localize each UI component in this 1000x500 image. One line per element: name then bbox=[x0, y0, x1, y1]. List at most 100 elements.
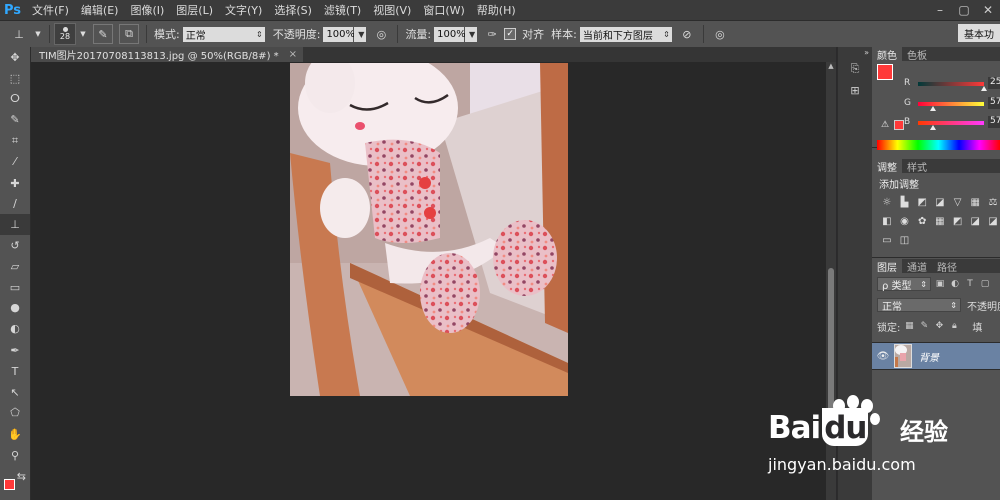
type-tool-icon[interactable]: T bbox=[0, 361, 30, 382]
airbrush-icon[interactable]: ✑ bbox=[483, 25, 501, 43]
menu-help[interactable]: 帮助(H) bbox=[471, 2, 522, 18]
lock-position-icon[interactable]: ✥ bbox=[933, 320, 945, 332]
gradient-map-icon[interactable]: ▭ bbox=[878, 231, 896, 250]
filter-pixel-icon[interactable]: ▣ bbox=[934, 278, 946, 290]
document-tab[interactable]: TIM图片20170708113813.jpg @ 50%(RGB/8#) * … bbox=[31, 47, 304, 62]
green-slider[interactable]: G 57 bbox=[904, 97, 1000, 112]
tab-paths[interactable]: 路径 bbox=[932, 259, 962, 274]
tab-adjustments[interactable]: 调整 bbox=[872, 159, 902, 174]
close-window-icon[interactable]: ✕ bbox=[976, 0, 1000, 20]
color-spectrum-bar[interactable] bbox=[877, 140, 1000, 150]
color-balance-icon[interactable]: ⚖ bbox=[984, 193, 1000, 212]
menu-type[interactable]: 文字(Y) bbox=[219, 2, 268, 18]
quick-selection-tool-icon[interactable]: ✎ bbox=[0, 109, 30, 130]
menu-filter[interactable]: 滤镜(T) bbox=[318, 2, 367, 18]
out-of-gamut-warning-icon[interactable]: ⚠ bbox=[881, 120, 889, 130]
tab-channels[interactable]: 通道 bbox=[902, 259, 932, 274]
tab-color[interactable]: 颜色 bbox=[872, 47, 902, 62]
invert-icon[interactable]: ◩ bbox=[949, 212, 967, 231]
blue-value[interactable]: 57 bbox=[988, 116, 1000, 128]
opacity-dropdown[interactable]: ▼ bbox=[354, 26, 367, 42]
layer-name[interactable]: 背景 bbox=[919, 349, 939, 364]
close-tab-icon[interactable]: × bbox=[289, 49, 297, 60]
levels-icon[interactable]: ▙ bbox=[896, 193, 914, 212]
menu-image[interactable]: 图像(I) bbox=[124, 2, 170, 18]
minimize-icon[interactable]: – bbox=[928, 0, 952, 20]
gradient-tool-icon[interactable]: ▭ bbox=[0, 277, 30, 298]
menu-edit[interactable]: 编辑(E) bbox=[75, 2, 125, 18]
clone-stamp-tool-icon[interactable]: ⊥ bbox=[0, 214, 30, 236]
red-slider-knob[interactable] bbox=[981, 86, 987, 91]
hue-saturation-icon[interactable]: ▦ bbox=[966, 193, 984, 212]
menu-layer[interactable]: 图层(L) bbox=[170, 2, 219, 18]
opacity-input[interactable]: 100% bbox=[323, 26, 355, 42]
red-slider[interactable]: R 255 bbox=[904, 77, 1000, 92]
pressure-size-icon[interactable]: ◎ bbox=[711, 25, 729, 43]
brush-dropdown-icon[interactable]: ▼ bbox=[79, 25, 87, 43]
menu-file[interactable]: 文件(F) bbox=[26, 2, 75, 18]
move-tool-icon[interactable]: ✥ bbox=[0, 47, 30, 68]
healing-brush-tool-icon[interactable]: ✚ bbox=[0, 173, 30, 194]
brush-panel-toggle-icon[interactable]: ✎ bbox=[93, 24, 113, 44]
lock-all-icon[interactable]: 🔒︎ bbox=[948, 320, 960, 332]
tool-preset-dropdown-icon[interactable]: ▼ bbox=[34, 25, 42, 43]
foreground-color-swatch[interactable] bbox=[4, 479, 15, 490]
blue-slider-knob[interactable] bbox=[930, 125, 936, 130]
lock-image-icon[interactable]: ✎ bbox=[918, 320, 930, 332]
scroll-up-icon[interactable]: ▲ bbox=[826, 62, 836, 72]
eye-icon[interactable]: 👁︎ bbox=[872, 351, 894, 362]
mode-select[interactable]: 正常 ⇕ bbox=[182, 26, 265, 42]
brightness-icon[interactable]: ☼ bbox=[878, 193, 896, 212]
flow-input[interactable]: 100% bbox=[434, 26, 466, 42]
menu-view[interactable]: 视图(V) bbox=[367, 2, 417, 18]
filter-adjustment-icon[interactable]: ◐ bbox=[949, 278, 961, 290]
exposure-icon[interactable]: ◪ bbox=[931, 193, 949, 212]
green-value[interactable]: 57 bbox=[988, 97, 1000, 109]
pen-tool-icon[interactable]: ✒ bbox=[0, 340, 30, 361]
photo-filter-icon[interactable]: ◉ bbox=[896, 212, 914, 231]
lock-transparent-icon[interactable]: ▦ bbox=[903, 320, 915, 332]
layer-filter-select[interactable]: ρ 类型 ⇕ bbox=[877, 277, 931, 292]
vibrance-icon[interactable]: ▽ bbox=[949, 193, 967, 212]
clone-stamp-tool-icon[interactable]: ⊥ bbox=[10, 25, 28, 43]
brush-tool-icon[interactable]: ∕ bbox=[0, 194, 30, 215]
selective-color-icon[interactable]: ◫ bbox=[896, 231, 914, 250]
tab-swatches[interactable]: 色板 bbox=[902, 47, 932, 62]
workspace-switcher[interactable]: 基本功 bbox=[958, 24, 1000, 42]
zoom-tool-icon[interactable]: ⚲ bbox=[0, 445, 30, 466]
red-value[interactable]: 255 bbox=[988, 77, 1000, 89]
hand-tool-icon[interactable]: ✋ bbox=[0, 424, 30, 445]
maximize-icon[interactable]: ▢ bbox=[952, 0, 976, 20]
layer-row-background[interactable]: 👁︎ 背景 bbox=[872, 342, 1000, 370]
eraser-tool-icon[interactable]: ▱ bbox=[0, 256, 30, 277]
shape-tool-icon[interactable]: ⬠ bbox=[0, 403, 30, 424]
document-image[interactable] bbox=[290, 63, 568, 396]
menu-select[interactable]: 选择(S) bbox=[268, 2, 318, 18]
path-selection-tool-icon[interactable]: ↖ bbox=[0, 382, 30, 403]
ignore-adjustment-layers-icon[interactable]: ⊘ bbox=[678, 25, 696, 43]
green-slider-knob[interactable] bbox=[930, 106, 936, 111]
blue-slider[interactable]: B 57 bbox=[904, 116, 1000, 131]
color-lookup-icon[interactable]: ▦ bbox=[931, 212, 949, 231]
properties-panel-icon[interactable]: ⊞ bbox=[841, 81, 869, 99]
black-white-icon[interactable]: ◧ bbox=[878, 212, 896, 231]
brush-preset-picker[interactable]: 28 bbox=[54, 23, 76, 45]
blur-tool-icon[interactable]: ● bbox=[0, 298, 30, 319]
channel-mixer-icon[interactable]: ✿ bbox=[913, 212, 931, 231]
history-brush-tool-icon[interactable]: ↺ bbox=[0, 235, 30, 256]
tab-layers[interactable]: 图层 bbox=[872, 259, 902, 274]
dodge-tool-icon[interactable]: ◐ bbox=[0, 318, 30, 339]
filter-type-icon[interactable]: T bbox=[964, 278, 976, 290]
clone-source-panel-icon[interactable]: ⧉ bbox=[119, 24, 139, 44]
gamut-color-swatch[interactable] bbox=[894, 120, 904, 130]
lasso-tool-icon[interactable]: ⵔ bbox=[0, 89, 30, 110]
foreground-color-swatch[interactable] bbox=[877, 64, 893, 80]
posterize-icon[interactable]: ◪ bbox=[966, 212, 984, 231]
blend-mode-select[interactable]: 正常 ⇕ bbox=[877, 298, 961, 313]
threshold-icon[interactable]: ◪ bbox=[984, 212, 1000, 231]
collapse-panels-icon[interactable]: » bbox=[841, 47, 869, 57]
history-panel-icon[interactable]: ⎘ bbox=[841, 60, 869, 78]
flow-dropdown[interactable]: ▼ bbox=[465, 26, 478, 42]
eyedropper-tool-icon[interactable]: ⁄ bbox=[0, 151, 30, 172]
align-checkbox[interactable]: ✓ bbox=[504, 28, 517, 40]
